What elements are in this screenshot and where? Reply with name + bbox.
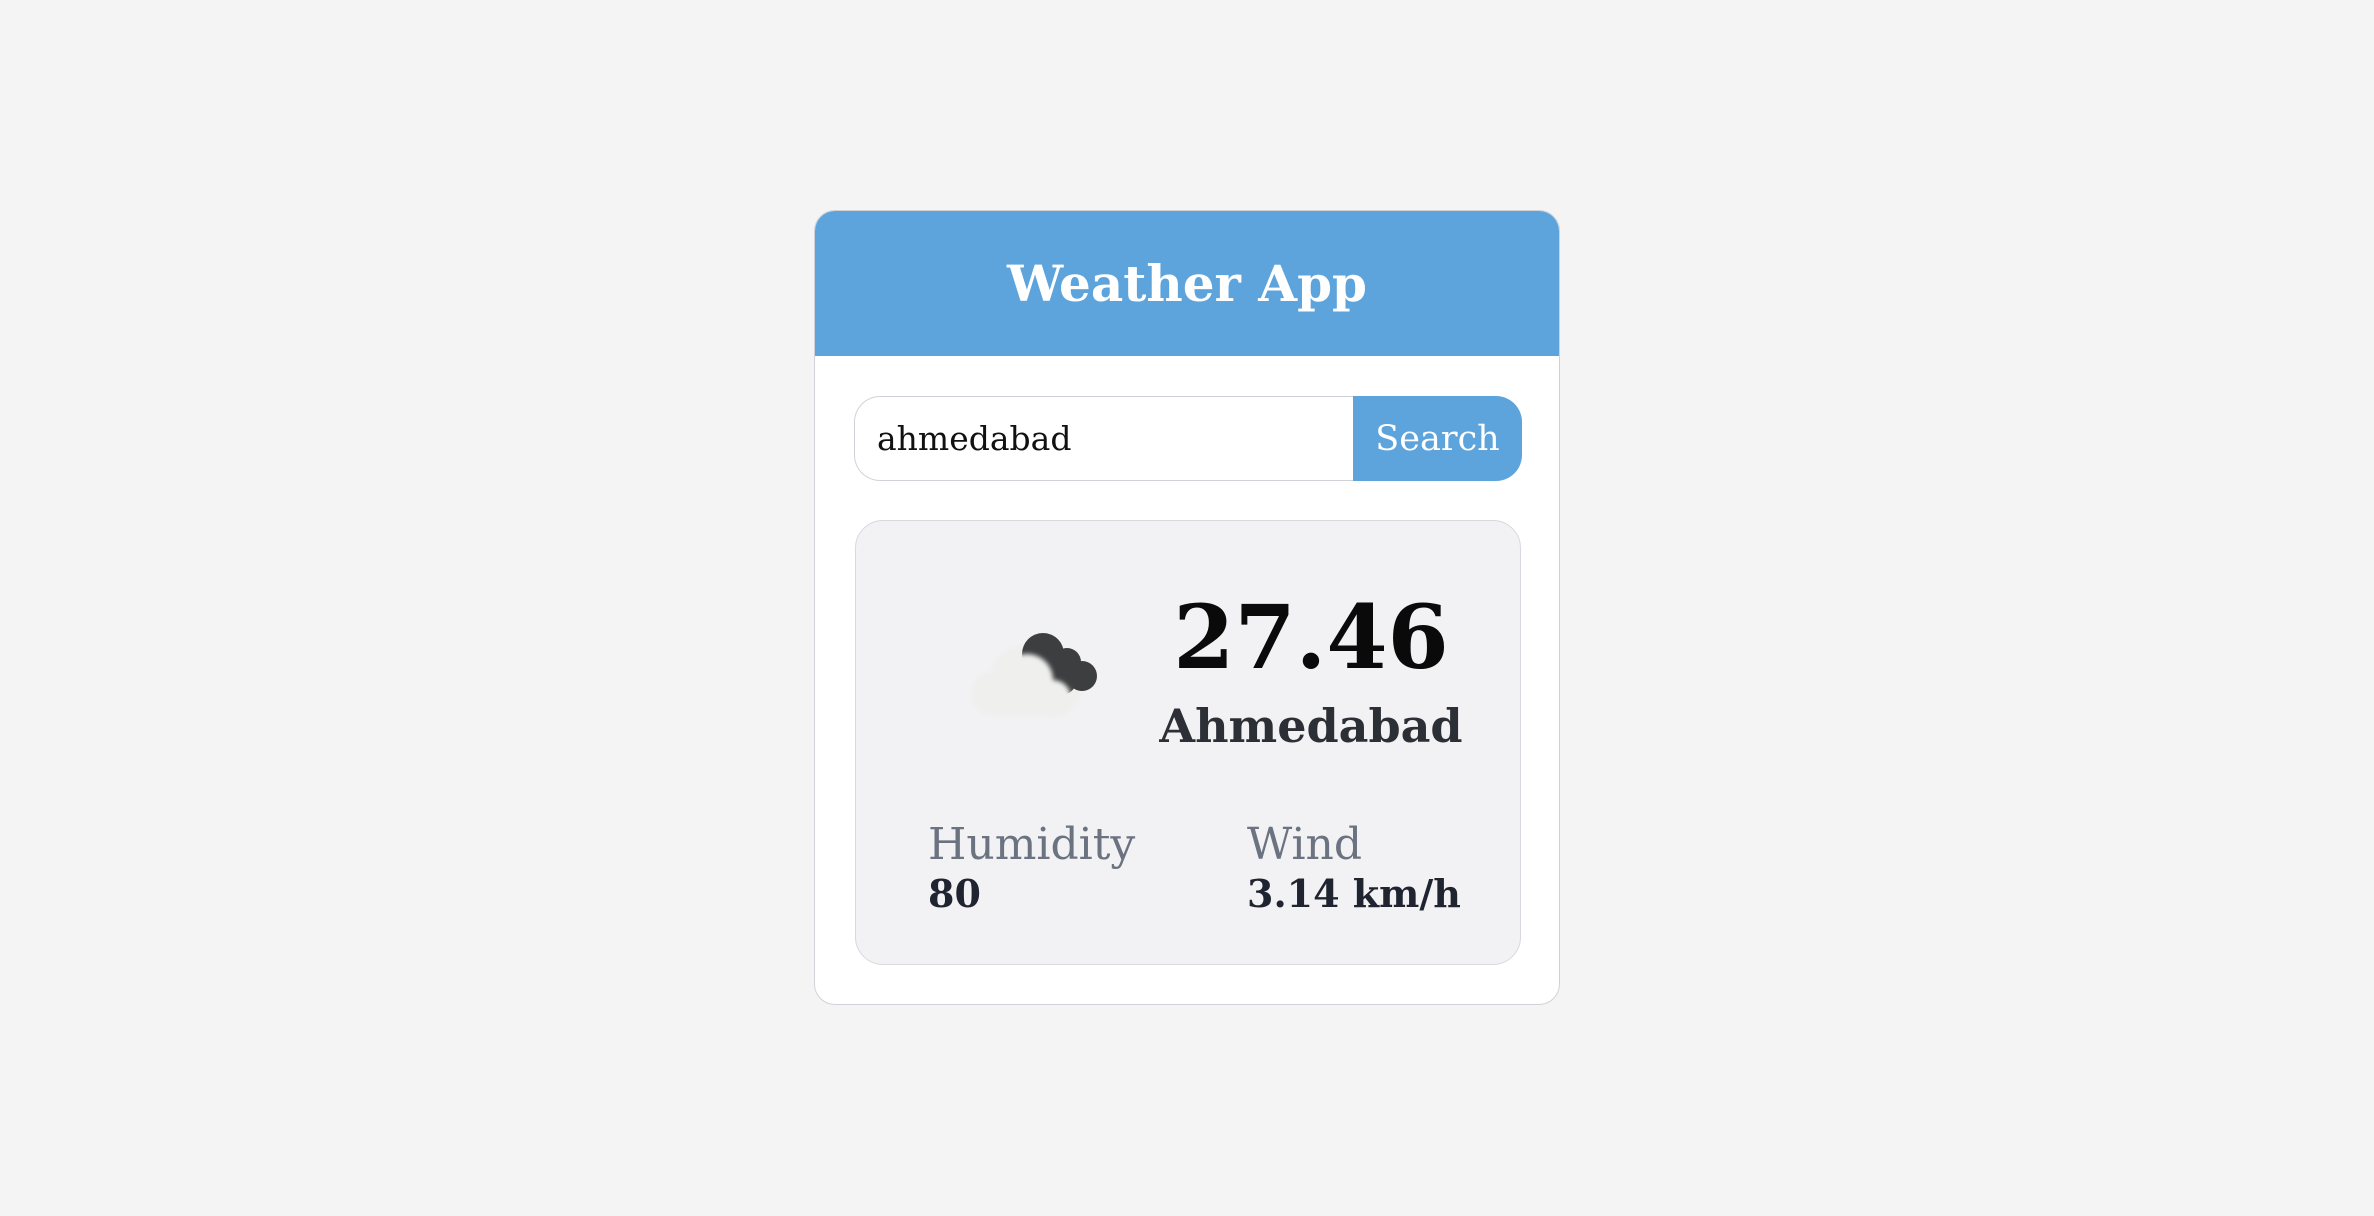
temperature-value: 27.46 xyxy=(1173,585,1449,689)
app-header: Weather App xyxy=(815,211,1559,356)
wind-label: Wind xyxy=(1247,819,1363,870)
weather-card: 27.46 Ahmedabad Humidity 80 Wind 3.14 km… xyxy=(855,520,1521,965)
search-button[interactable]: Search xyxy=(1353,396,1522,481)
humidity-label: Humidity xyxy=(928,819,1136,870)
search-bar: Search xyxy=(854,396,1522,481)
humidity-value: 80 xyxy=(928,871,981,917)
city-name: Ahmedabad xyxy=(1159,699,1463,753)
wind-stat: Wind 3.14 km/h xyxy=(1247,819,1461,919)
city-search-input[interactable] xyxy=(854,396,1353,481)
app-title: Weather App xyxy=(1006,254,1367,313)
wind-value: 3.14 km/h xyxy=(1247,871,1461,917)
humidity-stat: Humidity 80 xyxy=(928,819,1136,919)
weather-app-window: Weather App Search xyxy=(814,210,1560,1005)
cloud-icon xyxy=(971,633,1097,716)
